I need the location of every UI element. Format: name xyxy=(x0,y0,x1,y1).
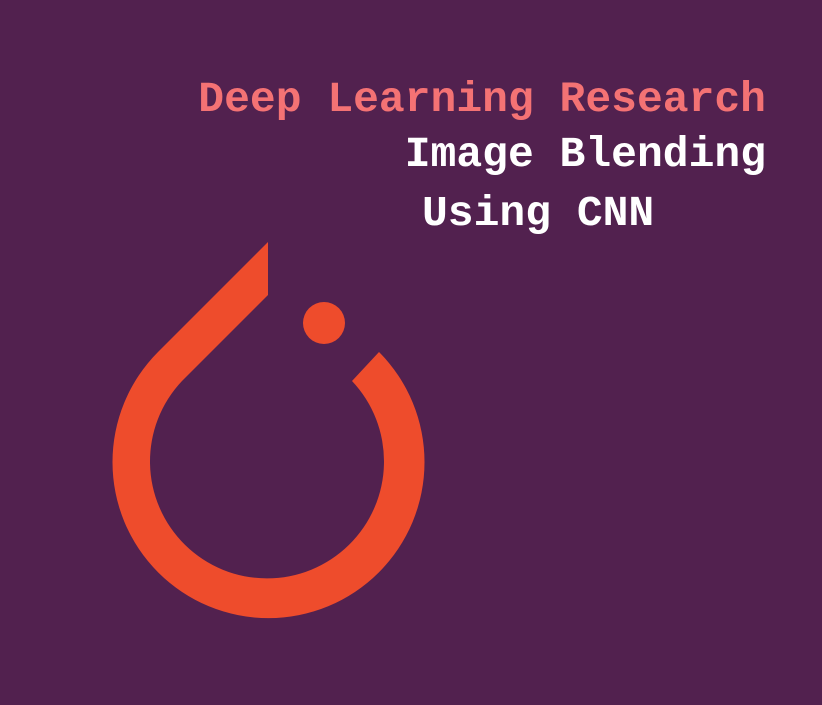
pytorch-flame-dot xyxy=(303,302,345,344)
pytorch-flame-ring xyxy=(112,242,425,619)
banner-heading: Deep Learning Research xyxy=(198,75,766,124)
banner-title-line-1: Image Blending xyxy=(404,130,766,179)
pytorch-flame-icon xyxy=(112,242,425,619)
banner-title-line-2: Using CNN xyxy=(422,189,655,238)
banner: Deep Learning Research Image Blending Us… xyxy=(0,0,822,705)
